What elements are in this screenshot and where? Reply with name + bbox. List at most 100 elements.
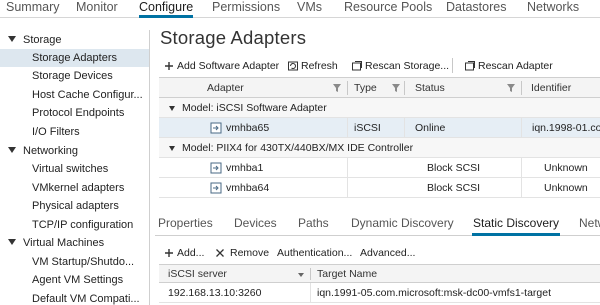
group-label: Model: iSCSI Software Adapter [182,102,327,114]
top-tabs: Summary Monitor Configure Permissions VM… [0,0,600,18]
tab-dynamic-discovery[interactable]: Dynamic Discovery [351,216,454,230]
column-header-adapter[interactable]: Adapter [207,78,244,98]
cell-adapter: vmhba64 [226,182,270,194]
column-header-target-name[interactable]: Target Name [317,265,377,283]
sidebar-item-storage-devices[interactable]: Storage Devices [0,67,149,85]
tab-datastores[interactable]: Datastores [446,0,506,14]
sort-icon[interactable] [297,271,305,279]
add-icon [165,249,173,257]
cell-adapter: vmhba1 [226,162,264,174]
column-divider [521,81,522,95]
column-divider [404,81,405,95]
cell-type: Block SCSI [427,182,481,194]
sidebar-item-physical-adapters[interactable]: Physical adapters [0,197,149,215]
sidebar-item-label: Default VM Compati... [32,293,140,305]
grid-header: iSCSI server Target Name [159,265,600,283]
tab-devices[interactable]: Devices [234,216,277,230]
sidebar-item-agent-vm-settings[interactable]: Agent VM Settings [0,271,149,289]
sidebar-item-vm-startup[interactable]: VM Startup/Shutdo... [0,253,149,271]
authentication-button[interactable]: Authentication... [277,246,352,260]
button-label: Authentication... [277,247,353,259]
adapter-icon [210,162,222,174]
tab-properties[interactable]: Properties [158,216,213,230]
tab-vms[interactable]: VMs [297,0,322,14]
rescan-storage-icon [352,61,362,71]
group-row-piix4[interactable]: Model: PIIX4 for 430TX/440BX/MX IDE Cont… [159,138,600,158]
chevron-down-icon [8,239,16,245]
cell-type: iSCSI [354,122,381,134]
sidebar-item-label: Agent VM Settings [32,274,124,286]
tab-permissions[interactable]: Permissions [212,0,280,14]
add-icon [165,62,173,70]
column-divider [347,81,348,95]
column-divider [521,158,522,178]
sidebar-item-label: VM Startup/Shutdo... [32,256,135,268]
cell-identifier: iqn.1998-01.com [532,122,600,134]
column-header-identifier[interactable]: Identifier [531,78,571,98]
filter-icon[interactable] [507,84,515,92]
page-title: Storage Adapters [160,27,307,48]
sidebar-item-vmkernel-adapters[interactable]: VMkernel adapters [0,179,149,197]
close-icon [216,249,224,257]
tab-paths[interactable]: Paths [298,216,329,230]
column-header-iscsi-server[interactable]: iSCSI server [168,265,227,283]
sidebar-item-label: Protocol Endpoints [32,107,125,119]
sidebar-item-label: Virtual switches [32,163,109,175]
column-divider [521,118,522,138]
rescan-adapter-icon [465,61,475,71]
column-header-status[interactable]: Status [415,78,445,98]
grid-header: Adapter Type Status Identifier [159,78,600,98]
sidebar-item-label: VMkernel adapters [32,182,125,194]
table-row[interactable]: 192.168.13.10:3260 iqn.1991-05.com.micro… [159,283,600,303]
filter-icon[interactable] [392,84,400,92]
tab-static-discovery[interactable]: Static Discovery [471,216,561,236]
group-row-iscsi[interactable]: Model: iSCSI Software Adapter [159,98,600,118]
advanced-button[interactable]: Advanced... [360,246,415,260]
cell-iscsi-server: 192.168.13.10:3260 [168,287,262,299]
column-divider [404,118,405,138]
sidebar-item-storage-adapters[interactable]: Storage Adapters [0,49,149,67]
sidebar-item-default-vm-compat[interactable]: Default VM Compati... [0,290,149,305]
column-divider [347,178,348,198]
table-row[interactable]: vmhba1 Block SCSI Unknown [159,158,600,178]
adapter-icon [210,122,222,134]
tab-resource-pools[interactable]: Resource Pools [344,0,432,14]
button-label: Remove [230,247,270,259]
column-divider [310,268,311,280]
toolbar-divider [452,58,453,73]
nav-group-label: Virtual Machines [23,237,105,249]
button-label: Refresh [301,60,338,72]
table-row[interactable]: vmhba64 Block SCSI Unknown [159,178,600,198]
column-divider [347,118,348,138]
cell-status: Unknown [544,182,588,194]
tab-configure[interactable]: Configure [139,0,194,18]
chevron-down-icon [169,106,175,111]
sidebar-item-virtual-switches[interactable]: Virtual switches [0,160,149,178]
sidebar-item-host-cache[interactable]: Host Cache Configur... [0,86,149,104]
chevron-down-icon [8,36,16,42]
table-row[interactable]: vmhba65 iSCSI Online iqn.1998-01.com [159,118,600,138]
column-header-type[interactable]: Type [354,78,377,98]
chevron-down-icon [169,146,175,151]
column-divider [521,178,522,198]
sidebar-item-tcpip-configuration[interactable]: TCP/IP configuration [0,216,149,234]
storage-adapters-grid: Adapter Type Status Identifier Model: iS… [159,77,600,207]
sidebar-item-label: I/O Filters [32,126,80,138]
refresh-icon [288,61,298,71]
sidebar-item-io-filters[interactable]: I/O Filters [0,123,149,141]
sidebar-item-label: Storage Adapters [32,52,118,64]
column-divider [347,158,348,178]
sidebar: Storage Storage Adapters Storage Devices… [0,30,150,305]
filter-icon[interactable] [333,84,341,92]
tab-summary[interactable]: Summary [6,0,59,14]
sidebar-item-protocol-endpoints[interactable]: Protocol Endpoints [0,104,149,122]
tab-networks[interactable]: Networks [527,0,579,14]
column-divider [310,283,311,303]
tab-monitor[interactable]: Monitor [76,0,118,14]
tab-network[interactable]: Netw [579,216,600,230]
cell-status: Online [415,122,446,134]
button-label: Rescan Storage... [365,60,450,72]
static-discovery-grid: iSCSI server Target Name 192.168.13.10:3… [159,264,600,305]
cell-target-name: iqn.1991-05.com.microsoft:msk-dc00-vmfs1… [317,287,551,299]
sidebar-item-label: Storage Devices [32,70,113,82]
